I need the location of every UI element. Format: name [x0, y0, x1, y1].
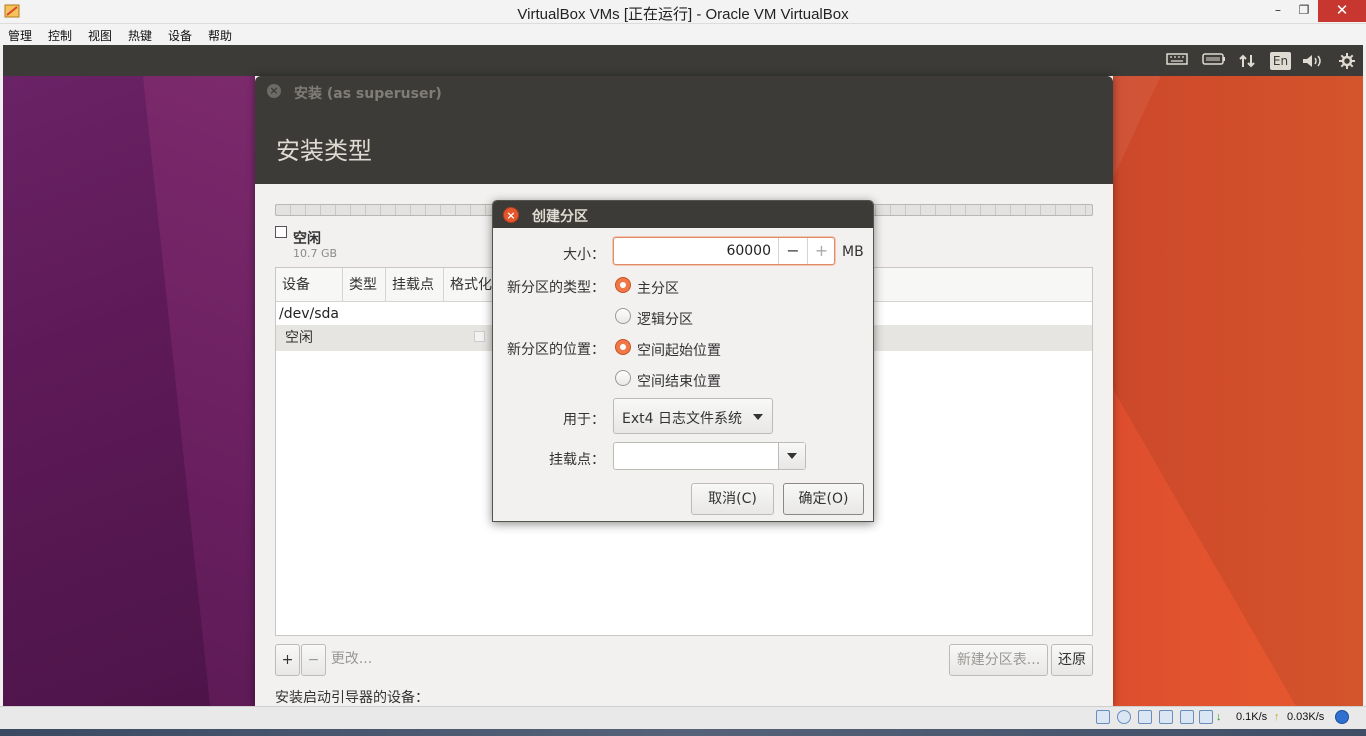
windows-taskbar — [0, 729, 1366, 736]
shared-folder-icon[interactable] — [1180, 710, 1194, 724]
page-title: 安装类型 — [276, 137, 372, 165]
menu-devices[interactable]: 设备 — [168, 27, 192, 44]
download-arrow-icon: ↓ — [1216, 711, 1222, 723]
menu-view[interactable]: 视图 — [88, 27, 112, 44]
logical-radio-label[interactable]: 逻辑分区 — [637, 309, 693, 329]
installer-close-icon[interactable]: × — [267, 84, 281, 98]
increase-size-button[interactable]: + — [807, 238, 835, 264]
size-spin-input[interactable]: 60000 − + — [613, 237, 835, 265]
restore-button[interactable]: ❐ — [1291, 0, 1317, 22]
network-icon[interactable] — [1237, 52, 1257, 70]
logical-radio[interactable] — [615, 308, 631, 324]
cancel-button[interactable]: 取消(C) — [691, 483, 774, 515]
column-type[interactable]: 类型 — [343, 268, 386, 302]
download-speed: 0.1K/s — [1236, 711, 1268, 723]
hard-disk-icon[interactable] — [1096, 710, 1110, 724]
display-icon[interactable] — [1199, 710, 1213, 724]
installer-window-title: 安装 (as superuser) — [294, 86, 442, 102]
dialog-close-icon[interactable]: × — [503, 207, 519, 223]
volume-icon[interactable] — [1301, 52, 1323, 70]
size-label: 大小： — [563, 247, 605, 263]
location-end-label[interactable]: 空间结束位置 — [637, 371, 721, 391]
window-title: VirtualBox VMs [正在运行] - Oracle VM Virtua… — [517, 6, 849, 23]
partition-type-label: 新分区的类型： — [507, 280, 605, 296]
remove-partition-button[interactable]: − — [301, 644, 326, 676]
free-space-legend-checkbox — [275, 226, 287, 238]
vbox-titlebar: VirtualBox VMs [正在运行] - Oracle VM Virtua… — [0, 0, 1366, 24]
use-as-value: Ext4 日志文件系统 — [622, 411, 742, 427]
primary-radio[interactable] — [615, 277, 631, 293]
bootloader-device-label: 安装启动引导器的设备： — [275, 690, 429, 706]
mount-point-combo[interactable] — [613, 442, 806, 470]
network-adapter-icon[interactable] — [1138, 710, 1152, 724]
dialog-titlebar: × 创建分区 — [493, 201, 873, 228]
use-as-dropdown[interactable]: Ext4 日志文件系统 — [613, 398, 773, 434]
guest-display[interactable]: En × 安装 (as superuser) 安装类型 空闲 10.7 GB 设… — [3, 45, 1363, 706]
language-indicator[interactable]: En — [1270, 52, 1291, 70]
partition-location-label: 新分区的位置： — [507, 342, 605, 358]
location-start-label[interactable]: 空间起始位置 — [637, 340, 721, 360]
location-end-radio[interactable] — [615, 370, 631, 386]
host-key-icon[interactable] — [1335, 710, 1349, 724]
column-device[interactable]: 设备 — [276, 268, 343, 302]
upload-speed: 0.03K/s — [1287, 711, 1325, 723]
chevron-down-icon — [787, 453, 797, 459]
decrease-size-button[interactable]: − — [778, 238, 807, 264]
size-value[interactable]: 60000 — [726, 243, 771, 259]
ok-button[interactable]: 确定(O) — [783, 483, 864, 515]
ubuntu-top-panel: En — [3, 45, 1363, 76]
keyboard-icon[interactable] — [1165, 52, 1189, 70]
gear-icon[interactable] — [1337, 52, 1357, 70]
free-space-label: 空闲 — [293, 231, 321, 247]
create-partition-dialog: × 创建分区 大小： 60000 − + MB 新分区的类型： 主分区 逻辑分区… — [492, 200, 874, 522]
use-as-label: 用于： — [563, 412, 605, 428]
upload-arrow-icon: ↑ — [1274, 711, 1280, 723]
column-mount[interactable]: 挂载点 — [386, 268, 444, 302]
size-unit: MB — [842, 244, 864, 260]
dialog-title: 创建分区 — [532, 209, 588, 225]
vbox-statusbar: ↓ 0.1K/s ↑ 0.03K/s — [0, 706, 1366, 736]
minimize-button[interactable]: – — [1265, 0, 1291, 22]
installer-header: × 安装 (as superuser) 安装类型 — [255, 76, 1113, 184]
menu-control[interactable]: 控制 — [48, 27, 72, 44]
vbox-menubar: 管理 控制 视图 热键 设备 帮助 — [0, 24, 1366, 45]
menu-manage[interactable]: 管理 — [8, 27, 32, 44]
change-partition-button[interactable]: 更改... — [327, 644, 376, 676]
mount-point-dropdown-button[interactable] — [778, 443, 805, 469]
primary-radio-label[interactable]: 主分区 — [637, 278, 679, 298]
usb-icon[interactable] — [1159, 710, 1173, 724]
new-partition-table-button[interactable]: 新建分区表... — [949, 644, 1048, 676]
battery-icon[interactable] — [1201, 52, 1227, 70]
menu-help[interactable]: 帮助 — [208, 27, 232, 44]
free-space-size: 10.7 GB — [293, 247, 338, 260]
free-row-label: 空闲 — [285, 330, 313, 346]
menu-hotkeys[interactable]: 热键 — [128, 27, 152, 44]
format-checkbox[interactable] — [474, 331, 485, 342]
mount-point-label: 挂载点： — [549, 452, 605, 468]
close-button[interactable]: ✕ — [1318, 0, 1366, 22]
optical-drive-icon[interactable] — [1117, 710, 1131, 724]
add-partition-button[interactable]: + — [275, 644, 300, 676]
location-start-radio[interactable] — [615, 339, 631, 355]
chevron-down-icon — [753, 414, 763, 420]
revert-button[interactable]: 还原 — [1051, 644, 1093, 676]
